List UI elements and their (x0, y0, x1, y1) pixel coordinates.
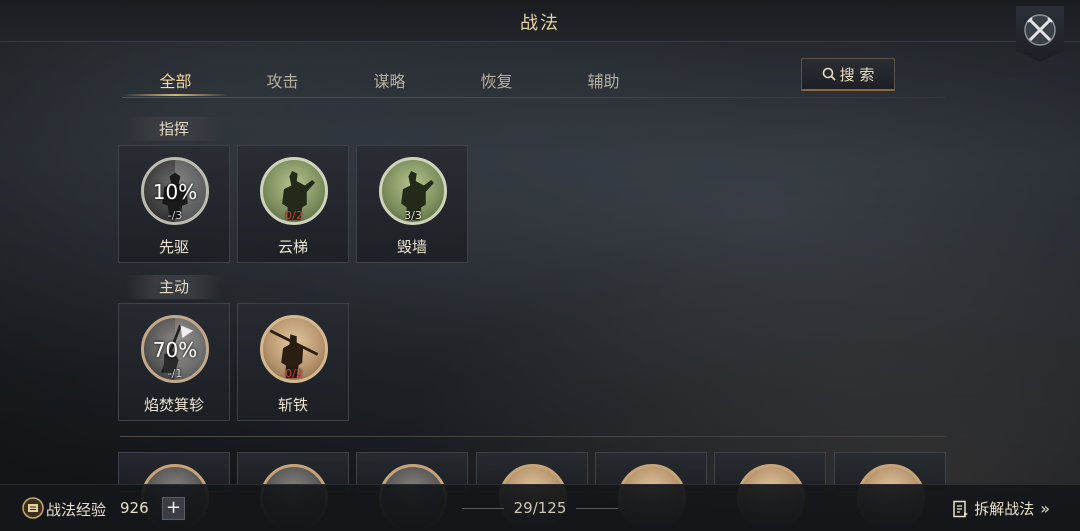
section-divider (120, 436, 946, 437)
search-button[interactable]: 搜 索 (801, 58, 895, 91)
page-line-left (462, 508, 504, 509)
bottom-bar: 战法经验 926 + 29/125 拆解战法 » (0, 484, 1080, 531)
document-list-icon (953, 500, 969, 517)
category-tabs: 全部 攻击 谋略 恢复 辅助 (122, 62, 657, 98)
skill-name: 毁墙 (396, 238, 427, 256)
skill-progress-percent: 70% (152, 338, 198, 362)
skill-card[interactable]: 0/2 斩铁 (237, 303, 349, 421)
scroll-exp-icon (22, 497, 44, 519)
tab-all[interactable]: 全部 (122, 62, 229, 96)
skill-medal: 10% -/3 (141, 157, 209, 225)
crossed-swords-icon (1024, 14, 1056, 46)
section-title-command: 指挥 (126, 117, 222, 141)
page-line-right (576, 508, 618, 509)
page-indicator: 29/125 (513, 499, 567, 517)
chevron-right-icon: » (1040, 499, 1050, 518)
skill-card[interactable]: 70% -/1 焰焚箕轸 (118, 303, 230, 421)
close-button[interactable] (1016, 6, 1064, 62)
tab-support[interactable]: 辅助 (550, 62, 657, 96)
page-title: 战法 (520, 13, 560, 34)
skill-name: 先驱 (158, 238, 189, 256)
tab-recovery[interactable]: 恢复 (443, 62, 550, 96)
skill-count: 0/2 (285, 209, 303, 222)
tab-attack[interactable]: 攻击 (229, 62, 336, 96)
search-label: 搜 索 (839, 65, 875, 84)
skill-medal: 70% -/1 (141, 315, 209, 383)
add-exp-button[interactable]: + (162, 497, 185, 520)
skill-medal: 3/3 (379, 157, 447, 225)
tab-strategy[interactable]: 谋略 (336, 62, 443, 96)
skill-count: 3/3 (404, 209, 422, 222)
skill-count: -/1 (167, 367, 183, 380)
exp-value: 926 (120, 499, 149, 517)
skill-medal: 0/2 (260, 157, 328, 225)
search-icon (822, 67, 836, 81)
section-title-active: 主动 (126, 275, 222, 299)
tabs-divider (122, 97, 946, 98)
skill-name: 云梯 (277, 238, 308, 256)
disassemble-label: 拆解战法 (974, 500, 1035, 518)
skill-name: 焰焚箕轸 (143, 396, 204, 414)
skill-progress-percent: 10% (152, 180, 198, 204)
skill-card[interactable]: 0/2 云梯 (237, 145, 349, 263)
exp-label: 战法经验 (46, 501, 107, 519)
skill-count: -/3 (167, 209, 183, 222)
skill-count: 0/2 (285, 367, 303, 380)
skill-card[interactable]: 3/3 毁墙 (356, 145, 468, 263)
skill-medal: 0/2 (260, 315, 328, 383)
skill-card[interactable]: 10% -/3 先驱 (118, 145, 230, 263)
title-bar: 战法 (0, 0, 1080, 42)
skill-name: 斩铁 (277, 396, 308, 414)
disassemble-button[interactable]: 拆解战法 » (952, 498, 1050, 519)
